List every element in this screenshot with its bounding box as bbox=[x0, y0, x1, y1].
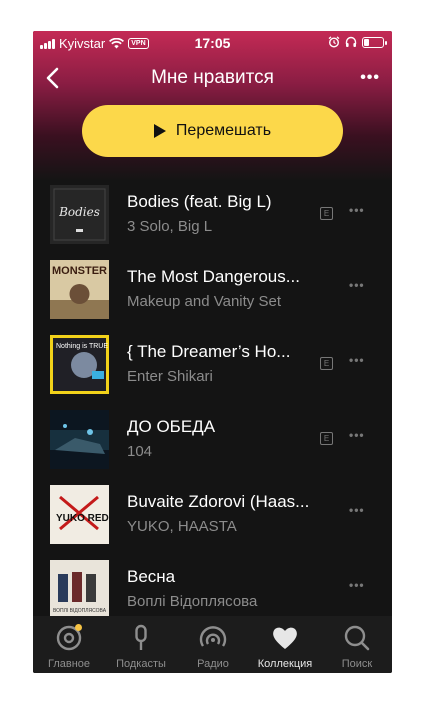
track-row[interactable]: MONSTER The Most Dangerous... Makeup and… bbox=[33, 256, 392, 324]
cover-text: YUKO REDURA bbox=[56, 513, 109, 524]
track-title: ДО ОБЕДА bbox=[127, 417, 216, 436]
status-right bbox=[328, 36, 387, 48]
album-cover: YUKO REDURA bbox=[50, 485, 109, 544]
play-icon bbox=[153, 124, 166, 138]
track-artist: Makeup and Vanity Set bbox=[127, 293, 281, 310]
track-list: Bodies Bodies (feat. Big L) 3 Solo, Big … bbox=[33, 181, 392, 616]
battery-fill bbox=[364, 38, 369, 46]
shuffle-label: Перемешать bbox=[175, 122, 272, 139]
nav-bar: Мне нравится ••• bbox=[33, 63, 392, 93]
heart-icon bbox=[273, 627, 297, 649]
cover-text: Nothing is TRUE bbox=[56, 343, 108, 350]
track-title: Bodies (feat. Big L) bbox=[127, 192, 272, 211]
tab-label: Подкасты bbox=[116, 658, 166, 670]
track-row[interactable]: Bodies Bodies (feat. Big L) 3 Solo, Big … bbox=[33, 181, 392, 249]
explicit-badge: E bbox=[320, 357, 333, 370]
track-more-button[interactable]: ••• bbox=[349, 578, 365, 592]
tab-search[interactable]: Поиск bbox=[321, 616, 392, 673]
radio-icon bbox=[199, 626, 227, 647]
search-icon bbox=[344, 625, 370, 651]
track-row[interactable]: ВОПЛІ ВІДОПЛЯСОВА Весна Воплі Відоплясов… bbox=[33, 556, 392, 616]
tab-collection[interactable]: Коллекция bbox=[249, 616, 321, 673]
track-artist: 3 Solo, Big L bbox=[127, 218, 213, 235]
tab-bar: Главное Подкасты Радио Коллекция Поиск bbox=[33, 616, 392, 673]
track-title: Buvaite Zdorovi (Haas... bbox=[127, 492, 310, 511]
tab-label: Коллекция bbox=[257, 658, 313, 670]
alarm-icon bbox=[328, 36, 340, 48]
track-more-button[interactable]: ••• bbox=[349, 278, 365, 292]
more-options-button[interactable]: ••• bbox=[360, 69, 380, 87]
album-cover: ВОПЛІ ВІДОПЛЯСОВА bbox=[50, 560, 109, 616]
track-title: { The Dreamer’s Ho... bbox=[127, 342, 291, 361]
tab-label: Главное bbox=[47, 658, 91, 670]
track-more-button[interactable]: ••• bbox=[349, 503, 365, 517]
track-artist: Воплі Відоплясова bbox=[127, 593, 258, 610]
track-more-button[interactable]: ••• bbox=[349, 428, 365, 442]
track-more-button[interactable]: ••• bbox=[349, 203, 365, 217]
track-row[interactable]: ДО ОБЕДА 104 E ••• bbox=[33, 406, 392, 474]
tab-label: Радио bbox=[197, 658, 229, 670]
track-title: Весна bbox=[127, 567, 176, 586]
track-more-button[interactable]: ••• bbox=[349, 353, 365, 367]
cover-text: ВОПЛІ ВІДОПЛЯСОВА bbox=[53, 608, 107, 614]
status-bar: Kyivstar VPN 17:05 bbox=[33, 31, 392, 55]
track-artist: 104 bbox=[127, 443, 153, 460]
microphone-icon bbox=[135, 624, 147, 650]
shuffle-button[interactable]: Перемешать bbox=[82, 105, 343, 157]
track-row[interactable]: Nothing is TRUE { The Dreamer’s Ho... En… bbox=[33, 331, 392, 399]
tab-podcasts[interactable]: Подкасты bbox=[105, 616, 177, 673]
album-cover: Bodies bbox=[50, 185, 109, 244]
album-cover bbox=[50, 410, 109, 469]
tab-label: Поиск bbox=[341, 658, 373, 670]
notification-dot bbox=[75, 624, 82, 631]
phone-screen: Kyivstar VPN 17:05 Мне нравится ••• Пере… bbox=[33, 31, 392, 673]
explicit-badge: E bbox=[320, 207, 333, 220]
album-cover: MONSTER bbox=[50, 260, 109, 319]
tab-home[interactable]: Главное bbox=[33, 616, 105, 673]
battery-icon bbox=[362, 36, 387, 48]
explicit-badge: E bbox=[320, 432, 333, 445]
album-cover: Nothing is TRUE bbox=[50, 335, 109, 394]
cover-text: MONSTER bbox=[52, 265, 107, 277]
track-title: The Most Dangerous... bbox=[127, 267, 300, 286]
tab-radio[interactable]: Радио bbox=[177, 616, 249, 673]
cover-text: Bodies bbox=[58, 205, 100, 219]
track-artist: Enter Shikari bbox=[127, 368, 213, 385]
track-artist: YUKO, HAASTA bbox=[127, 518, 237, 535]
page-title: Мне нравится bbox=[151, 67, 274, 88]
track-row[interactable]: YUKO REDURA Buvaite Zdorovi (Haas... YUK… bbox=[33, 481, 392, 549]
headphones-icon bbox=[345, 36, 357, 47]
